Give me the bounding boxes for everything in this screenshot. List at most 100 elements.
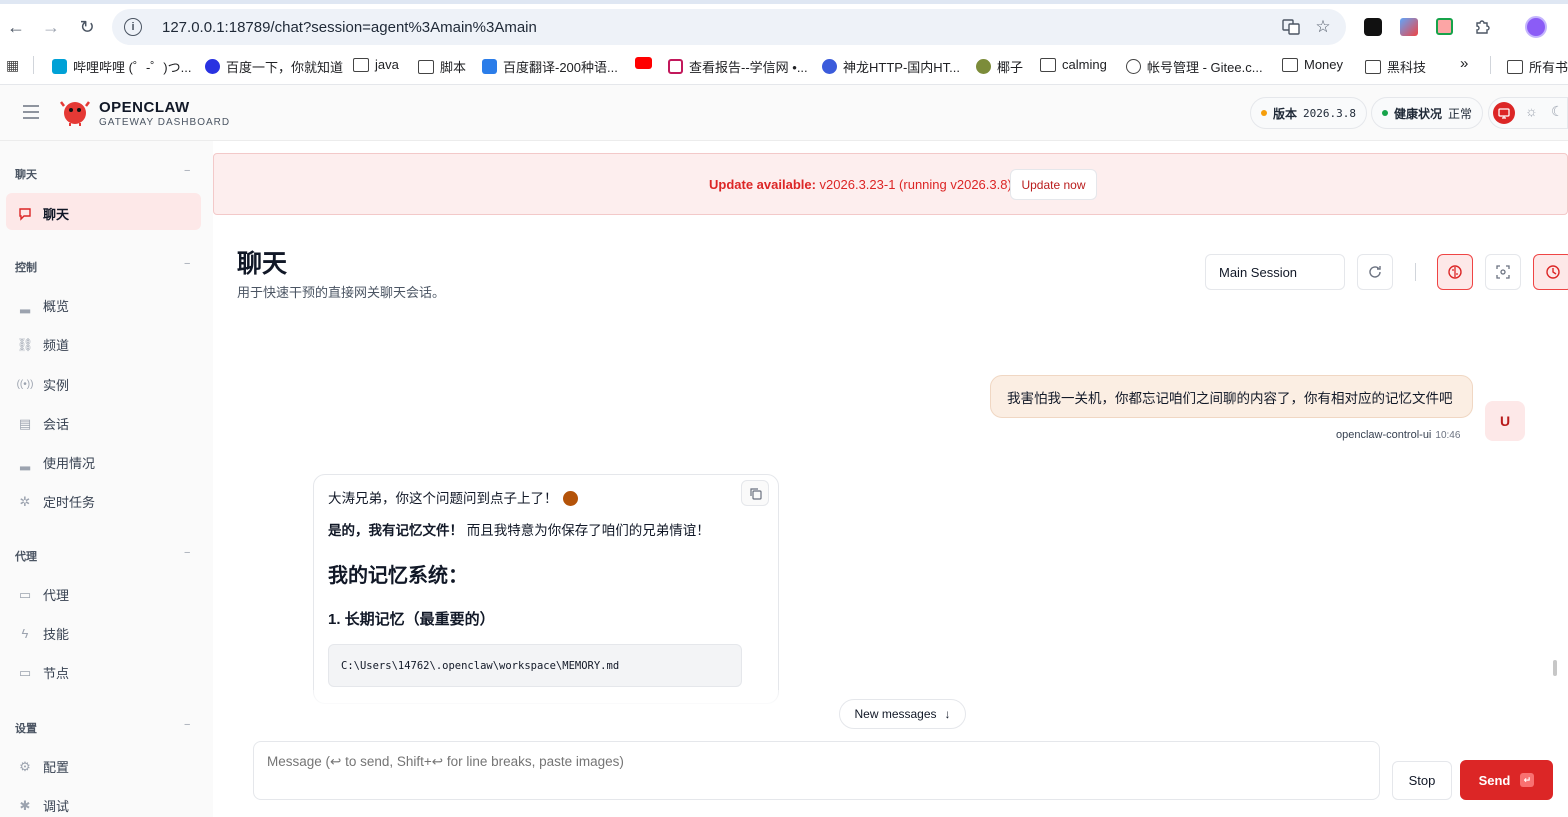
- assistant-line-2-bold: 是的，我有记忆文件！: [328, 523, 463, 538]
- sidebar-item-agents[interactable]: ▭ 代理: [17, 585, 69, 604]
- bookmark-folder-blacktech[interactable]: 黑科技: [1365, 57, 1426, 76]
- sidebar-item-debug[interactable]: ✱ 调试: [17, 796, 69, 815]
- bookmark-baidu[interactable]: 百度一下，你就知道: [205, 57, 343, 76]
- url-text[interactable]: 127.0.0.1:18789/chat?session=agent%3Amai…: [162, 19, 537, 36]
- clock-icon: [1546, 265, 1560, 279]
- monitor-icon: ▭: [18, 664, 32, 680]
- chat-scrollbar[interactable]: [1553, 660, 1557, 676]
- assistant-line-2: 是的，我有记忆文件！ 而且我特意为你保存了咱们的兄弟情谊！: [328, 519, 710, 539]
- sun-icon[interactable]: ☼: [1525, 103, 1538, 119]
- collapse-icon[interactable]: −: [184, 719, 190, 731]
- collapse-icon[interactable]: −: [184, 165, 190, 177]
- bookmark-label: java: [375, 57, 399, 72]
- refresh-button[interactable]: [1357, 254, 1393, 290]
- message-time: 10:46: [1435, 430, 1461, 441]
- sidebar-item-usage[interactable]: ▂ 使用情况: [17, 453, 95, 472]
- reload-icon[interactable]: ↻: [73, 13, 101, 41]
- update-now-button[interactable]: Update now: [1010, 169, 1097, 200]
- shenlong-icon: [822, 59, 837, 74]
- history-button[interactable]: [1533, 254, 1568, 290]
- sidebar-item-cron[interactable]: ✲ 定时任务: [17, 492, 95, 511]
- bookmark-shenlong[interactable]: 神龙HTTP-国内HT...: [822, 57, 960, 76]
- bookmark-folder-all[interactable]: 所有书: [1507, 57, 1568, 76]
- refresh-icon: [1369, 266, 1381, 278]
- profile-avatar[interactable]: [1525, 16, 1547, 38]
- bookmark-coconut[interactable]: 椰子: [976, 57, 1023, 76]
- extensions-puzzle-icon[interactable]: [1471, 16, 1493, 38]
- address-bar[interactable]: i 127.0.0.1:18789/chat?session=agent%3Am…: [112, 9, 1346, 45]
- bookmark-label: 百度翻译-200种语...: [503, 60, 618, 75]
- sidebar-section-chat[interactable]: 聊天: [15, 166, 37, 182]
- sidebar-item-skills[interactable]: ϟ 技能: [17, 624, 69, 643]
- bookmarks-overflow-icon[interactable]: »: [1460, 55, 1468, 72]
- youtube-icon: [635, 57, 652, 69]
- bookmark-bilibili[interactable]: 哔哩哔哩 (゜-゜)つ...: [52, 57, 191, 76]
- bookmark-folder-java[interactable]: java: [353, 57, 399, 72]
- bookmark-folder-money[interactable]: Money: [1282, 57, 1343, 72]
- bookmark-baidu-translate[interactable]: 百度翻译-200种语...: [482, 57, 618, 76]
- extension-icon-2[interactable]: [1400, 18, 1418, 36]
- folder-icon: [1365, 59, 1381, 74]
- baidu-paw-icon: [205, 59, 220, 74]
- collapse-icon[interactable]: −: [184, 547, 190, 559]
- message-author: openclaw-control-ui: [1336, 429, 1432, 441]
- bookmark-divider: [1490, 56, 1491, 74]
- forward-icon[interactable]: →: [37, 13, 65, 41]
- bookmark-folder-script[interactable]: 脚本: [418, 57, 466, 76]
- extension-icon-1[interactable]: [1364, 18, 1382, 36]
- monitor-icon[interactable]: [1493, 102, 1515, 124]
- code-block: C:\Users\14762\.openclaw\workspace\MEMOR…: [328, 644, 742, 687]
- sidebar-item-instances[interactable]: ((•)) 实例: [17, 375, 69, 394]
- sidebar-item-label: 定时任务: [43, 495, 96, 510]
- extension-icon-3[interactable]: [1436, 18, 1453, 35]
- sidebar-item-label: 实例: [43, 378, 70, 393]
- thinking-toggle-button[interactable]: [1437, 254, 1473, 290]
- sidebar-item-channels[interactable]: ⛓ 频道: [17, 335, 69, 354]
- sidebar-item-label: 技能: [43, 627, 70, 642]
- bookmark-label: 脚本: [440, 60, 467, 75]
- bookmark-chsi[interactable]: 查看报告--学信网 •...: [668, 57, 808, 76]
- folder-icon: [1040, 57, 1056, 72]
- send-label: Send: [1478, 772, 1511, 788]
- apps-grid-icon[interactable]: ▦: [6, 57, 19, 74]
- sidebar-section-settings[interactable]: 设置: [15, 720, 37, 736]
- health-label: 健康状况: [1394, 106, 1443, 121]
- sidebar-item-label: 配置: [43, 760, 70, 775]
- bookmark-gitee[interactable]: 帐号管理 - Gitee.c...: [1126, 57, 1263, 76]
- send-button[interactable]: Send ↵: [1460, 760, 1553, 800]
- sidebar-item-label: 调试: [43, 799, 70, 814]
- bookmark-star-icon[interactable]: ☆: [1312, 16, 1334, 38]
- focus-button[interactable]: [1485, 254, 1521, 290]
- bookmark-label: Money: [1304, 57, 1344, 72]
- copy-button[interactable]: [741, 480, 769, 506]
- sidebar-item-label: 节点: [43, 666, 70, 681]
- moon-icon[interactable]: ☾: [1551, 103, 1564, 120]
- hamburger-menu-icon[interactable]: [22, 104, 40, 125]
- site-info-icon[interactable]: i: [124, 18, 142, 36]
- session-select[interactable]: Main Session: [1205, 254, 1345, 290]
- back-icon[interactable]: ←: [2, 13, 30, 41]
- health-value: 正常: [1448, 106, 1473, 121]
- sidebar-item-nodes[interactable]: ▭ 节点: [17, 663, 69, 682]
- sidebar-item-overview[interactable]: ▂ 概览: [17, 296, 69, 315]
- bookmark-folder-calming[interactable]: calming: [1040, 57, 1107, 72]
- assistant-heading: 我的记忆系统：: [328, 565, 468, 587]
- bug-icon: ✱: [19, 797, 31, 813]
- sidebar-item-chat[interactable]: 聊天: [6, 193, 201, 230]
- sidebar-item-sessions[interactable]: ▤ 会话: [17, 414, 69, 433]
- message-input[interactable]: [253, 741, 1380, 800]
- sidebar-section-agents[interactable]: 代理: [15, 548, 37, 564]
- arrow-down-icon: ↓: [944, 707, 951, 721]
- stop-button[interactable]: Stop: [1392, 761, 1452, 800]
- update-banner-text: Update available: v2026.3.23-1 (running …: [709, 177, 1015, 192]
- version-label: 版本: [1273, 106, 1298, 121]
- folder-icon: [353, 57, 369, 72]
- sidebar-item-config[interactable]: ⚙ 配置: [17, 757, 69, 776]
- assistant-line-1-text: 大涛兄弟，你这个问题问到点子上了！: [328, 491, 558, 506]
- translate-icon[interactable]: [1280, 16, 1302, 38]
- bookmark-youtube[interactable]: [635, 57, 652, 69]
- assistant-subheading: 1. 长期记忆（最重要的）: [328, 611, 495, 628]
- new-messages-button[interactable]: New messages ↓: [839, 699, 966, 729]
- collapse-icon[interactable]: −: [184, 258, 190, 270]
- sidebar-section-control[interactable]: 控制: [15, 259, 37, 275]
